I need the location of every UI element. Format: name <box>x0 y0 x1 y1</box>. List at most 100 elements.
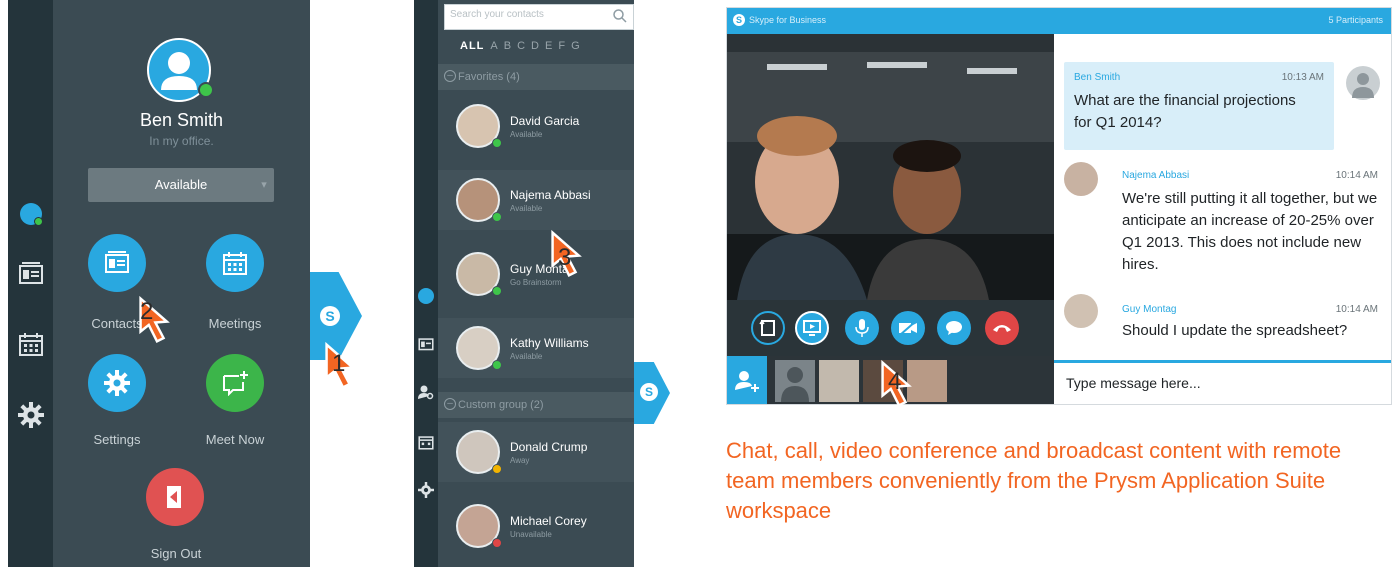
message-sender: Najema Abbasi <box>1122 170 1190 181</box>
composite-screenshot: Ben Smith In my office. Available ▾ Cont… <box>0 0 1392 567</box>
meetings-button[interactable] <box>206 234 264 292</box>
presence-dot <box>198 82 214 98</box>
chat-pane: Ben Smith 10:13 AM What are the financia… <box>1054 34 1391 356</box>
presence-dot <box>492 138 502 148</box>
title-bar: S Skype for Business 5 Participants <box>727 8 1391 34</box>
video-off-button[interactable] <box>891 311 925 345</box>
presence-dot <box>492 464 502 474</box>
group-header-custom[interactable]: – Custom group (2) <box>438 392 634 418</box>
contact-item[interactable]: Guy Montag Go Brainstorm <box>438 244 634 304</box>
skype-icon: S <box>640 383 658 401</box>
message-time: 10:14 AM <box>1335 170 1378 181</box>
alpha-letter[interactable]: D <box>531 40 545 52</box>
presence-dot <box>492 538 502 548</box>
contact-name: Kathy Williams <box>510 336 589 350</box>
left-rail <box>414 0 438 567</box>
message-text: Should I update the spreadsheet? <box>1122 322 1348 339</box>
conversation-window: S Skype for Business 5 Participants Ben … <box>726 7 1392 405</box>
message-time: 10:13 AM <box>1281 72 1324 83</box>
alpha-all[interactable]: ALL <box>460 40 484 52</box>
presence-dot <box>492 286 502 296</box>
chat-button[interactable] <box>937 311 971 345</box>
step-number: 2 <box>140 298 154 325</box>
step-number: 4 <box>888 368 902 395</box>
contact-item[interactable]: Kathy Williams Available <box>438 318 634 378</box>
contact-item[interactable]: Najema Abbasi Available <box>438 170 634 230</box>
search-icon[interactable] <box>612 8 628 24</box>
caption-text: Chat, call, video conference and broadca… <box>726 438 1342 523</box>
participant-thumbnail[interactable] <box>819 360 859 402</box>
calendar-icon[interactable] <box>18 331 44 357</box>
hang-up-icon <box>993 325 1011 332</box>
meet-now-button[interactable] <box>206 354 264 412</box>
sign-out-button[interactable] <box>146 468 204 526</box>
message-bubble: Guy Montag 10:14 AM Should I update the … <box>1106 296 1388 352</box>
mute-button[interactable] <box>845 311 879 345</box>
participants-link[interactable]: 5 Participants <box>1328 15 1383 25</box>
skype-launcher-tab[interactable]: S <box>634 362 670 424</box>
presence-dot <box>34 217 43 226</box>
sign-out-label: Sign Out <box>150 546 202 561</box>
message-time: 10:14 AM <box>1335 304 1378 315</box>
search-contacts-icon[interactable] <box>418 384 434 400</box>
contact-name: Michael Corey <box>510 514 587 528</box>
chat-plus-icon <box>223 371 248 396</box>
meetings-label: Meetings <box>208 316 262 331</box>
message-text: We're still putting it all together, but… <box>1122 190 1378 273</box>
collapse-icon: – <box>444 398 456 410</box>
device-switch-button[interactable] <box>751 311 785 345</box>
contact-status: Available <box>510 130 543 139</box>
step-number: 1 <box>332 350 346 377</box>
camera-off-icon <box>899 320 917 336</box>
calendar-icon[interactable] <box>418 434 434 450</box>
contact-item[interactable]: Donald Crump Away <box>438 422 634 482</box>
contacts-panel: Search your contacts ALL ABCDEFG – Favori… <box>414 0 634 567</box>
sign-out-icon <box>167 486 181 508</box>
sender-avatar <box>1064 294 1098 328</box>
avatar-icon[interactable] <box>418 288 434 304</box>
message-text: What are the financial projections for Q… <box>1074 92 1296 131</box>
search-placeholder: Search your contacts <box>450 9 544 20</box>
presence-dot <box>492 212 502 222</box>
contact-card-icon[interactable] <box>18 262 44 286</box>
call-controls <box>727 300 1054 356</box>
contact-item[interactable]: David Garcia Available <box>438 96 634 156</box>
share-screen-button[interactable] <box>795 311 829 345</box>
gear-icon[interactable] <box>18 402 44 428</box>
gear-icon[interactable] <box>418 482 434 498</box>
left-rail <box>8 0 53 567</box>
alpha-letter[interactable]: E <box>545 40 558 52</box>
message-input[interactable]: Type message here... <box>1054 360 1391 404</box>
alpha-letter[interactable]: F <box>558 40 571 52</box>
alpha-letter[interactable]: C <box>517 40 531 52</box>
person-silhouette-icon <box>1352 73 1374 98</box>
alpha-letter[interactable]: B <box>504 40 517 52</box>
contact-status: Available <box>510 204 543 213</box>
gear-icon <box>104 370 130 396</box>
group-label: Favorites (4) <box>458 71 520 83</box>
group-header-favorites[interactable]: – Favorites (4) <box>438 64 634 90</box>
window-title: Skype for Business <box>749 15 827 25</box>
user-name: Ben Smith <box>139 110 224 130</box>
alpha-letter[interactable]: A <box>490 40 503 52</box>
video-feed <box>727 34 1054 300</box>
person-silhouette-icon <box>781 367 809 402</box>
skype-icon: S <box>733 14 745 26</box>
sender-avatar <box>1346 66 1380 100</box>
alpha-letter[interactable]: G <box>571 40 586 52</box>
contacts-button[interactable] <box>88 234 146 292</box>
chevron-down-icon: ▾ <box>261 179 267 191</box>
alphabet-filter[interactable]: ALL ABCDEFG <box>460 40 630 52</box>
message-bubble: Najema Abbasi 10:14 AM We're still putti… <box>1106 160 1388 284</box>
availability-dropdown[interactable]: Available <box>88 168 274 202</box>
settings-button[interactable] <box>88 354 146 412</box>
message-sender: Ben Smith <box>1074 72 1121 83</box>
participant-thumbnail[interactable] <box>775 360 815 402</box>
collapse-icon: – <box>444 70 456 82</box>
device-switch-icon <box>759 319 775 336</box>
hang-up-button[interactable] <box>985 311 1019 345</box>
contact-card-icon[interactable] <box>418 336 434 352</box>
status-note[interactable]: In my office. <box>53 134 310 148</box>
add-participant-button[interactable] <box>727 356 767 404</box>
contact-item[interactable]: Michael Corey Unavailable <box>438 496 634 556</box>
